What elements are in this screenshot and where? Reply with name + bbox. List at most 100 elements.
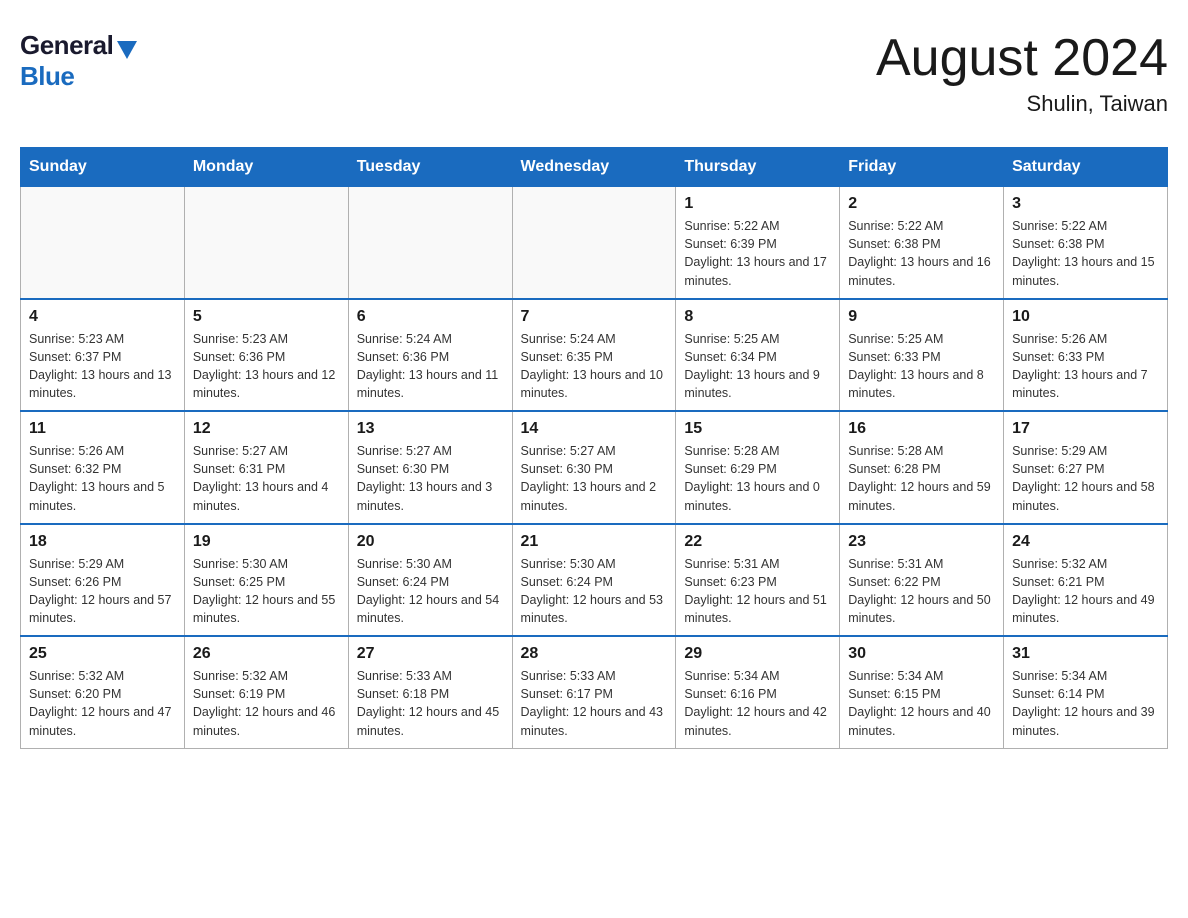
- calendar-day-cell: 13 Sunrise: 5:27 AMSunset: 6:30 PMDayligh…: [348, 411, 512, 524]
- logo-general-text: General: [20, 30, 113, 61]
- calendar-day-cell: 30 Sunrise: 5:34 AMSunset: 6:15 PMDayligh…: [840, 636, 1004, 748]
- day-info: Sunrise: 5:30 AMSunset: 6:24 PMDaylight:…: [357, 555, 504, 628]
- day-info: Sunrise: 5:31 AMSunset: 6:23 PMDaylight:…: [684, 555, 831, 628]
- day-number: 5: [193, 308, 340, 326]
- day-number: 10: [1012, 308, 1159, 326]
- calendar-week-row: 4 Sunrise: 5:23 AMSunset: 6:37 PMDaylight…: [21, 299, 1168, 412]
- calendar-day-header: Saturday: [1004, 148, 1168, 187]
- calendar-day-cell: 1 Sunrise: 5:22 AMSunset: 6:39 PMDaylight…: [676, 187, 840, 299]
- day-number: 1: [684, 195, 831, 213]
- day-info: Sunrise: 5:27 AMSunset: 6:30 PMDaylight:…: [357, 442, 504, 515]
- day-info: Sunrise: 5:22 AMSunset: 6:38 PMDaylight:…: [1012, 217, 1159, 290]
- calendar-day-cell: 29 Sunrise: 5:34 AMSunset: 6:16 PMDayligh…: [676, 636, 840, 748]
- day-info: Sunrise: 5:32 AMSunset: 6:19 PMDaylight:…: [193, 667, 340, 740]
- day-info: Sunrise: 5:29 AMSunset: 6:26 PMDaylight:…: [29, 555, 176, 628]
- day-info: Sunrise: 5:28 AMSunset: 6:29 PMDaylight:…: [684, 442, 831, 515]
- calendar-day-cell: 4 Sunrise: 5:23 AMSunset: 6:37 PMDaylight…: [21, 299, 185, 412]
- day-info: Sunrise: 5:28 AMSunset: 6:28 PMDaylight:…: [848, 442, 995, 515]
- day-number: 27: [357, 645, 504, 663]
- day-info: Sunrise: 5:23 AMSunset: 6:37 PMDaylight:…: [29, 330, 176, 403]
- calendar-day-cell: 10 Sunrise: 5:26 AMSunset: 6:33 PMDayligh…: [1004, 299, 1168, 412]
- calendar-day-cell: 21 Sunrise: 5:30 AMSunset: 6:24 PMDayligh…: [512, 524, 676, 637]
- day-info: Sunrise: 5:25 AMSunset: 6:33 PMDaylight:…: [848, 330, 995, 403]
- calendar-day-cell: 20 Sunrise: 5:30 AMSunset: 6:24 PMDayligh…: [348, 524, 512, 637]
- calendar-day-header: Friday: [840, 148, 1004, 187]
- day-number: 18: [29, 533, 176, 551]
- calendar-week-row: 25 Sunrise: 5:32 AMSunset: 6:20 PMDayligh…: [21, 636, 1168, 748]
- calendar-day-cell: 3Sunrise: 5:22 AMSunset: 6:38 PMDaylight…: [1004, 187, 1168, 299]
- page-header: General Blue August 2024 Shulin, Taiwan: [20, 20, 1168, 127]
- day-info: Sunrise: 5:31 AMSunset: 6:22 PMDaylight:…: [848, 555, 995, 628]
- day-number: 14: [521, 420, 668, 438]
- day-info: Sunrise: 5:27 AMSunset: 6:31 PMDaylight:…: [193, 442, 340, 515]
- day-number: 19: [193, 533, 340, 551]
- day-number: 4: [29, 308, 176, 326]
- day-number: 12: [193, 420, 340, 438]
- calendar-day-cell: 17 Sunrise: 5:29 AMSunset: 6:27 PMDayligh…: [1004, 411, 1168, 524]
- calendar-day-header: Tuesday: [348, 148, 512, 187]
- calendar-day-header: Sunday: [21, 148, 185, 187]
- day-number: 15: [684, 420, 831, 438]
- calendar-day-cell: 25 Sunrise: 5:32 AMSunset: 6:20 PMDayligh…: [21, 636, 185, 748]
- calendar-day-cell: 15 Sunrise: 5:28 AMSunset: 6:29 PMDayligh…: [676, 411, 840, 524]
- day-number: 2: [848, 195, 995, 213]
- day-number: 8: [684, 308, 831, 326]
- day-info: Sunrise: 5:32 AMSunset: 6:20 PMDaylight:…: [29, 667, 176, 740]
- calendar-header-row: SundayMondayTuesdayWednesdayThursdayFrid…: [21, 148, 1168, 187]
- day-number: 25: [29, 645, 176, 663]
- calendar-day-header: Monday: [184, 148, 348, 187]
- day-number: 11: [29, 420, 176, 438]
- day-info: Sunrise: 5:27 AMSunset: 6:30 PMDaylight:…: [521, 442, 668, 515]
- calendar-day-cell: 18 Sunrise: 5:29 AMSunset: 6:26 PMDayligh…: [21, 524, 185, 637]
- day-info: Sunrise: 5:33 AMSunset: 6:18 PMDaylight:…: [357, 667, 504, 740]
- calendar-day-cell: [348, 187, 512, 299]
- day-number: 24: [1012, 533, 1159, 551]
- day-number: 30: [848, 645, 995, 663]
- day-number: 22: [684, 533, 831, 551]
- calendar-day-cell: [512, 187, 676, 299]
- day-number: 26: [193, 645, 340, 663]
- calendar-day-cell: 28 Sunrise: 5:33 AMSunset: 6:17 PMDayligh…: [512, 636, 676, 748]
- day-info: Sunrise: 5:22 AMSunset: 6:39 PMDaylight:…: [684, 217, 831, 290]
- calendar-day-cell: 16 Sunrise: 5:28 AMSunset: 6:28 PMDayligh…: [840, 411, 1004, 524]
- calendar-day-cell: 8 Sunrise: 5:25 AMSunset: 6:34 PMDaylight…: [676, 299, 840, 412]
- day-number: 20: [357, 533, 504, 551]
- calendar-day-cell: 14 Sunrise: 5:27 AMSunset: 6:30 PMDayligh…: [512, 411, 676, 524]
- day-info: Sunrise: 5:22 AMSunset: 6:38 PMDaylight:…: [848, 217, 995, 290]
- day-info: Sunrise: 5:30 AMSunset: 6:24 PMDaylight:…: [521, 555, 668, 628]
- day-info: Sunrise: 5:33 AMSunset: 6:17 PMDaylight:…: [521, 667, 668, 740]
- day-number: 13: [357, 420, 504, 438]
- day-number: 29: [684, 645, 831, 663]
- calendar-day-cell: 2 Sunrise: 5:22 AMSunset: 6:38 PMDaylight…: [840, 187, 1004, 299]
- logo-triangle-icon: [117, 41, 137, 59]
- calendar-day-cell: 22 Sunrise: 5:31 AMSunset: 6:23 PMDayligh…: [676, 524, 840, 637]
- calendar-day-cell: 11Sunrise: 5:26 AMSunset: 6:32 PMDayligh…: [21, 411, 185, 524]
- day-info: Sunrise: 5:34 AMSunset: 6:14 PMDaylight:…: [1012, 667, 1159, 740]
- calendar-week-row: 1 Sunrise: 5:22 AMSunset: 6:39 PMDaylight…: [21, 187, 1168, 299]
- calendar-day-cell: [21, 187, 185, 299]
- day-info: Sunrise: 5:25 AMSunset: 6:34 PMDaylight:…: [684, 330, 831, 403]
- day-info: Sunrise: 5:29 AMSunset: 6:27 PMDaylight:…: [1012, 442, 1159, 515]
- day-info: Sunrise: 5:26 AMSunset: 6:33 PMDaylight:…: [1012, 330, 1159, 403]
- day-number: 28: [521, 645, 668, 663]
- calendar-day-cell: [184, 187, 348, 299]
- calendar-day-cell: 9 Sunrise: 5:25 AMSunset: 6:33 PMDaylight…: [840, 299, 1004, 412]
- logo-blue-text: Blue: [20, 61, 74, 92]
- calendar-day-cell: 19Sunrise: 5:30 AMSunset: 6:25 PMDayligh…: [184, 524, 348, 637]
- calendar-day-cell: 7Sunrise: 5:24 AMSunset: 6:35 PMDaylight…: [512, 299, 676, 412]
- location-text: Shulin, Taiwan: [876, 91, 1168, 117]
- day-info: Sunrise: 5:34 AMSunset: 6:15 PMDaylight:…: [848, 667, 995, 740]
- day-number: 23: [848, 533, 995, 551]
- calendar-day-cell: 12 Sunrise: 5:27 AMSunset: 6:31 PMDayligh…: [184, 411, 348, 524]
- calendar-day-cell: 5Sunrise: 5:23 AMSunset: 6:36 PMDaylight…: [184, 299, 348, 412]
- day-number: 31: [1012, 645, 1159, 663]
- day-number: 21: [521, 533, 668, 551]
- day-info: Sunrise: 5:24 AMSunset: 6:36 PMDaylight:…: [357, 330, 504, 403]
- calendar-day-cell: 27 Sunrise: 5:33 AMSunset: 6:18 PMDayligh…: [348, 636, 512, 748]
- day-number: 9: [848, 308, 995, 326]
- calendar-week-row: 18 Sunrise: 5:29 AMSunset: 6:26 PMDayligh…: [21, 524, 1168, 637]
- day-number: 16: [848, 420, 995, 438]
- calendar-day-cell: 24Sunrise: 5:32 AMSunset: 6:21 PMDayligh…: [1004, 524, 1168, 637]
- day-info: Sunrise: 5:34 AMSunset: 6:16 PMDaylight:…: [684, 667, 831, 740]
- day-number: 17: [1012, 420, 1159, 438]
